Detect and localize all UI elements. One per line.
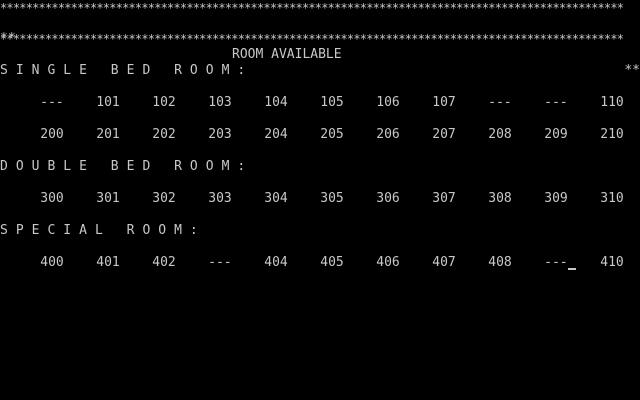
room-cell: 103 bbox=[208, 95, 232, 110]
room-cell: 207 bbox=[432, 127, 456, 142]
room-cell: 407 bbox=[432, 255, 456, 270]
top-border: ****************************************… bbox=[0, 1, 624, 15]
room-cell: 204 bbox=[264, 127, 288, 142]
room-cell: 405 bbox=[320, 255, 344, 270]
page-title: ROOM AVAILABLE bbox=[232, 47, 342, 62]
room-cell: 408 bbox=[488, 255, 512, 270]
room-cell: 209 bbox=[544, 127, 568, 142]
room-cell: 301 bbox=[96, 191, 120, 206]
room-cell: 110 bbox=[600, 95, 624, 110]
room-cell: 303 bbox=[208, 191, 232, 206]
room-cell: 200 bbox=[40, 127, 64, 142]
room-cell: 101 bbox=[96, 95, 120, 110]
room-cell: 402 bbox=[152, 255, 176, 270]
room-cell: 107 bbox=[432, 95, 456, 110]
title-right-marker: ** bbox=[624, 63, 640, 78]
section-label-double: DOUBLE BED ROOM: bbox=[0, 159, 254, 174]
room-cell: 102 bbox=[152, 95, 176, 110]
room-cell: 105 bbox=[320, 95, 344, 110]
room-cell: 307 bbox=[432, 191, 456, 206]
section-label-single: SINGLE BED ROOM: bbox=[0, 63, 254, 78]
room-cell: 208 bbox=[488, 127, 512, 142]
room-cell: --- bbox=[40, 95, 64, 110]
room-cell: 210 bbox=[600, 127, 624, 142]
room-cell: 309 bbox=[544, 191, 568, 206]
room-cell: 400 bbox=[40, 255, 64, 270]
room-cell: 206 bbox=[376, 127, 400, 142]
room-cell: 304 bbox=[264, 191, 288, 206]
room-cell: 205 bbox=[320, 127, 344, 142]
room-cell: 410 bbox=[600, 255, 624, 270]
room-cell: 302 bbox=[152, 191, 176, 206]
room-cell: 104 bbox=[264, 95, 288, 110]
room-cell: 404 bbox=[264, 255, 288, 270]
room-cell: 202 bbox=[152, 127, 176, 142]
room-cell: 306 bbox=[376, 191, 400, 206]
room-cell: 300 bbox=[40, 191, 64, 206]
section-label-special: SPECIAL ROOM: bbox=[0, 223, 206, 238]
room-cell: 310 bbox=[600, 191, 624, 206]
room-cell: --- bbox=[544, 95, 568, 110]
title-bar: ** ROOM AVAILABLE ** bbox=[0, 15, 640, 78]
text-cursor bbox=[568, 268, 576, 270]
room-cell: 203 bbox=[208, 127, 232, 142]
room-cell: 201 bbox=[96, 127, 120, 142]
room-cell: 406 bbox=[376, 255, 400, 270]
room-cell: --- bbox=[488, 95, 512, 110]
room-cell: 401 bbox=[96, 255, 120, 270]
bottom-border: ****************************************… bbox=[0, 32, 624, 46]
room-cell: --- bbox=[208, 255, 232, 270]
room-cell: 305 bbox=[320, 191, 344, 206]
room-cell: 106 bbox=[376, 95, 400, 110]
room-cell: 308 bbox=[488, 191, 512, 206]
